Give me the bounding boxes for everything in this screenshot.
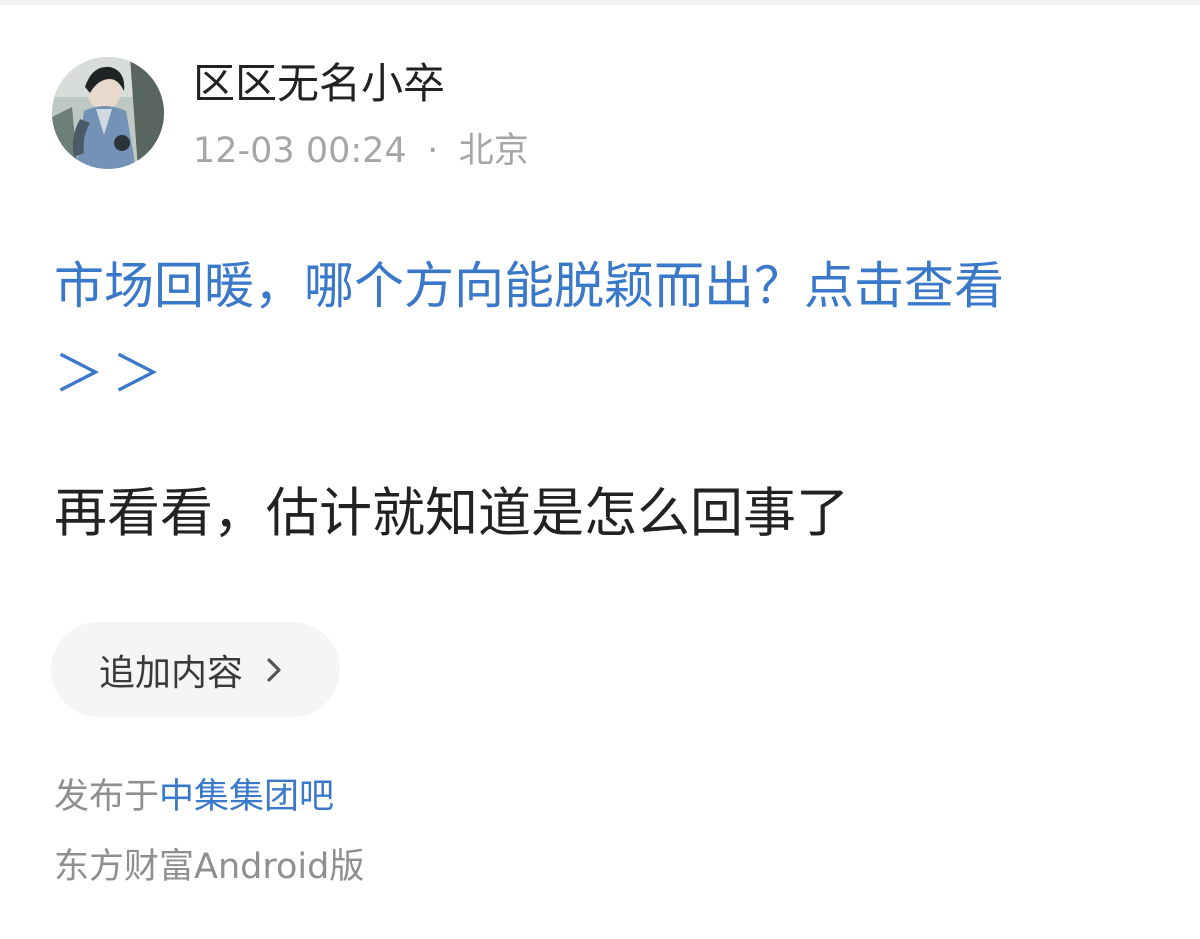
- promo-link-arrows: ＞＞: [54, 345, 170, 403]
- append-content-button[interactable]: 追加内容: [51, 622, 340, 717]
- author-name[interactable]: 区区无名小卒: [193, 58, 445, 110]
- post-content: 再看看，估计就知道是怎么回事了: [54, 483, 849, 544]
- chevron-right-icon: [265, 657, 283, 683]
- post-time: 12-03 00:24: [193, 131, 407, 171]
- posted-in: 发布于中集集团吧: [54, 773, 334, 821]
- avatar-illustration-icon: [52, 57, 164, 169]
- author-avatar[interactable]: [52, 57, 164, 169]
- meta-separator: ·: [427, 131, 439, 171]
- posted-in-prefix: 发布于: [54, 777, 160, 817]
- post-meta: 12-03 00:24 · 北京: [193, 128, 529, 174]
- post-source: 东方财富Android版: [54, 847, 365, 887]
- promo-link[interactable]: 市场回暖，哪个方向能脱颖而出？点击查看 ＞＞: [54, 242, 1164, 418]
- append-content-label: 追加内容: [99, 652, 244, 694]
- forum-link[interactable]: 中集集团吧: [159, 777, 334, 817]
- top-divider: [0, 0, 1200, 5]
- promo-link-text: 市场回暖，哪个方向能脱颖而出？点击查看: [54, 257, 1004, 315]
- post-location: 北京: [458, 131, 529, 171]
